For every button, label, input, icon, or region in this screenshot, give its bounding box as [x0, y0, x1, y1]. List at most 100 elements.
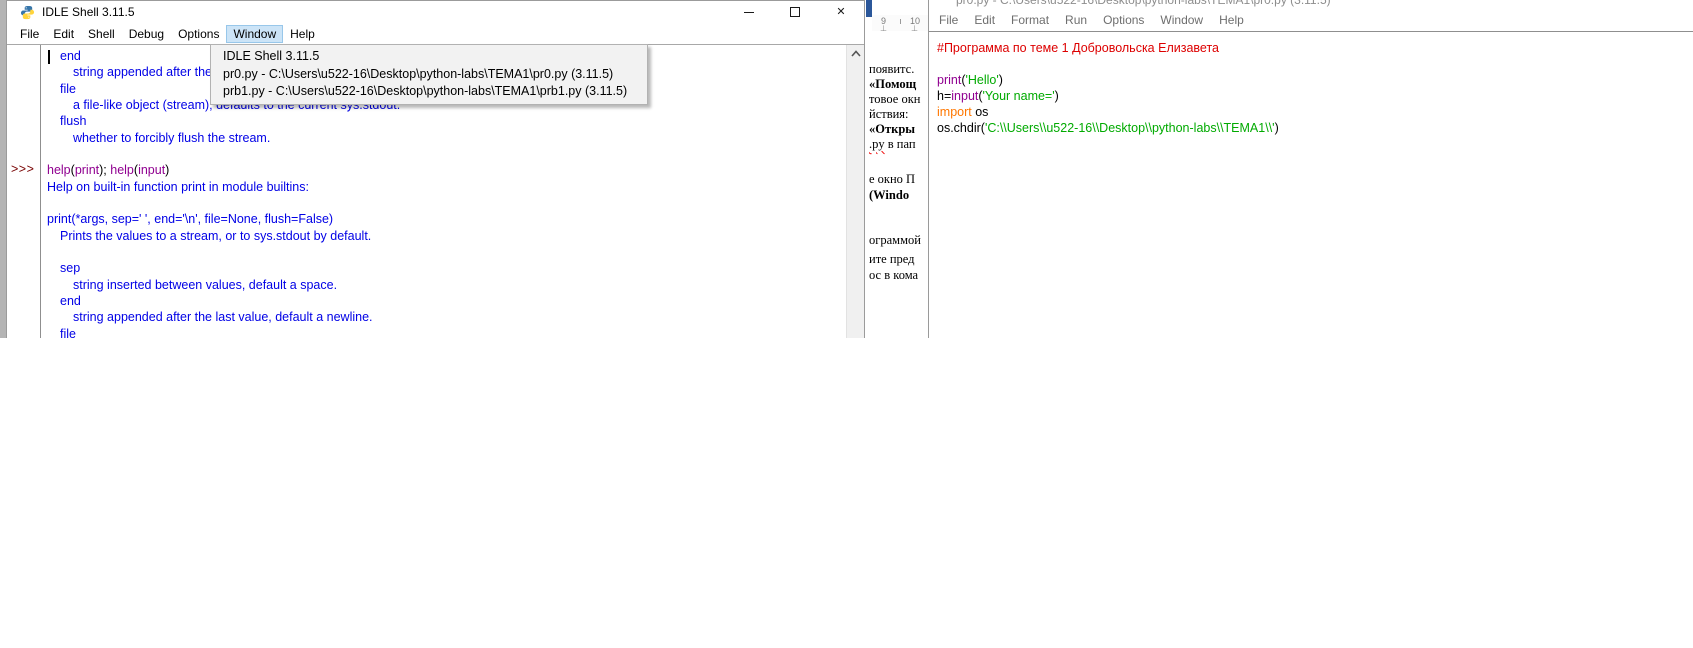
editor-code-area[interactable]: #Программа по теме 1 Добровольска Елизав…: [929, 32, 1693, 136]
shell-line: help(print); help(input): [7, 162, 847, 178]
editor-menubar: FileEditFormatRunOptionsWindowHelp: [929, 8, 1693, 32]
menu-item-shell[interactable]: Shell: [81, 25, 122, 43]
close-icon: ✕: [836, 7, 845, 18]
minimize-button[interactable]: [726, 1, 772, 23]
shell-line: [7, 195, 847, 211]
code-segment: input: [138, 163, 165, 177]
doc-text: е окно П: [869, 172, 915, 186]
shell-line: whether to forcibly flush the stream.: [7, 130, 847, 146]
shell-line: Help on built-in function print in modul…: [7, 179, 847, 195]
editor-menu-item-edit[interactable]: Edit: [966, 11, 1003, 29]
doc-text: появитс.: [869, 62, 914, 76]
code-segment: ): [1055, 89, 1059, 103]
scroll-up-arrow[interactable]: [847, 45, 864, 62]
editor-menu-item-format[interactable]: Format: [1003, 11, 1057, 29]
editor-window-pr0: pr0.py - C:\Users\u522-16\Desktop\python…: [928, 0, 1693, 338]
doc-text: ос в кома: [869, 268, 918, 282]
editor-menu-item-run[interactable]: Run: [1057, 11, 1095, 29]
code-segment: file: [60, 82, 76, 96]
shell-line-text: end: [47, 293, 847, 309]
dropdown-item[interactable]: prb1.py - C:\Users\u522-16\Desktop\pytho…: [211, 83, 647, 101]
window-title: IDLE Shell 3.11.5: [42, 5, 135, 19]
code-segment: flush: [60, 114, 86, 128]
shell-line: flush: [7, 113, 847, 129]
shell-line: print(*args, sep=' ', end='\n', file=Non…: [7, 211, 847, 227]
code-segment: help: [110, 163, 134, 177]
shell-line: string inserted between values, default …: [7, 277, 847, 293]
code-segment: print: [937, 73, 961, 87]
close-button[interactable]: ✕: [818, 1, 864, 23]
code-segment: 'C:\\Users\\u522-16\\Desktop\\python-lab…: [985, 121, 1275, 135]
doc-line: ос в кома: [869, 268, 918, 283]
shell-line-text: whether to forcibly flush the stream.: [47, 130, 847, 146]
code-line: #Программа по теме 1 Добровольска Елизав…: [937, 40, 1693, 56]
code-line: [937, 56, 1693, 72]
window-menu-dropdown: IDLE Shell 3.11.5pr0.py - C:\Users\u522-…: [210, 44, 648, 105]
doc-line: ите пред: [869, 252, 915, 267]
menu-item-debug[interactable]: Debug: [122, 25, 171, 43]
editor-menu-item-window[interactable]: Window: [1152, 11, 1211, 29]
doc-text: ограммой: [869, 233, 921, 247]
idle-titlebar[interactable]: IDLE Shell 3.11.5 ✕: [7, 1, 864, 23]
menu-item-help[interactable]: Help: [283, 25, 322, 43]
ruler-tick: [900, 19, 901, 24]
code-segment: #Программа по теме 1 Добровольска Елизав…: [937, 41, 1219, 55]
code-segment: 'Hello': [966, 73, 999, 87]
shell-line-text: flush: [47, 113, 847, 129]
doc-line: появитс.: [869, 62, 914, 77]
code-segment: os.chdir(: [937, 121, 985, 135]
code-segment: ): [1275, 121, 1279, 135]
python-logo-icon: [20, 5, 35, 20]
dropdown-item[interactable]: pr0.py - C:\Users\u522-16\Desktop\python…: [211, 66, 647, 84]
dropdown-item[interactable]: IDLE Shell 3.11.5: [211, 48, 647, 66]
shell-prompt: >>>: [11, 162, 34, 176]
maximize-button[interactable]: [772, 1, 818, 23]
doc-text: товое окн: [869, 92, 920, 106]
shell-line-text: file: [47, 326, 847, 338]
document-ruler: 9 10 ⊥ ⊥: [872, 15, 928, 31]
code-segment: Help on built-in function print in modul…: [47, 180, 309, 194]
menu-item-edit[interactable]: Edit: [46, 25, 81, 43]
shell-line-text: Prints the values to a stream, or to sys…: [47, 228, 847, 244]
code-line: import os: [937, 104, 1693, 120]
shell-line: sep: [7, 260, 847, 276]
editor-window-title: pr0.py - C:\Users\u522-16\Desktop\python…: [956, 0, 1331, 7]
code-segment: 'Your name=': [983, 89, 1055, 103]
code-segment: );: [99, 163, 110, 177]
code-segment: end: [60, 49, 81, 63]
code-segment: os: [972, 105, 989, 119]
menu-item-options[interactable]: Options: [171, 25, 226, 43]
doc-text: йствия:: [869, 107, 909, 121]
caption-buttons: ✕: [726, 1, 864, 23]
editor-menu-item-options[interactable]: Options: [1095, 11, 1152, 29]
vertical-scrollbar[interactable]: [846, 45, 864, 338]
editor-titlebar[interactable]: pr0.py - C:\Users\u522-16\Desktop\python…: [929, 0, 1693, 8]
doc-text: ите пред: [869, 252, 915, 266]
menu-item-file[interactable]: File: [13, 25, 46, 43]
editor-menu-item-help[interactable]: Help: [1211, 11, 1252, 29]
doc-text: «Помощ: [869, 77, 916, 91]
menu-item-window[interactable]: Window: [226, 25, 283, 43]
shell-line: end: [7, 293, 847, 309]
shell-line-text: string inserted between values, default …: [47, 277, 847, 293]
shell-line: string appended after the last value, de…: [7, 309, 847, 325]
word-document-strip: 9 10 ⊥ ⊥ появитс.«Помощтовое окнйствия:«…: [866, 0, 928, 338]
code-segment: print: [75, 163, 99, 177]
doc-line: йствия:: [869, 107, 909, 122]
shell-line: Prints the values to a stream, or to sys…: [7, 228, 847, 244]
shell-line-text: sep: [47, 260, 847, 276]
shell-line-text: string appended after the last value, de…: [47, 309, 847, 325]
code-segment: end: [60, 294, 81, 308]
doc-line: «Откры: [869, 122, 915, 137]
doc-text: .py: [869, 137, 885, 151]
doc-line: ограммой: [869, 233, 921, 248]
editor-menu-item-file[interactable]: File: [931, 11, 966, 29]
shell-line: file: [7, 326, 847, 338]
code-line: print('Hello'): [937, 72, 1693, 88]
code-segment: h=: [937, 89, 951, 103]
doc-line: товое окн: [869, 92, 920, 107]
doc-line: е окно П: [869, 172, 915, 187]
shell-line-text: help(print); help(input): [47, 162, 847, 178]
code-segment: print(*args, sep=' ', end='\n', file=Non…: [47, 212, 333, 226]
shell-line: [7, 244, 847, 260]
